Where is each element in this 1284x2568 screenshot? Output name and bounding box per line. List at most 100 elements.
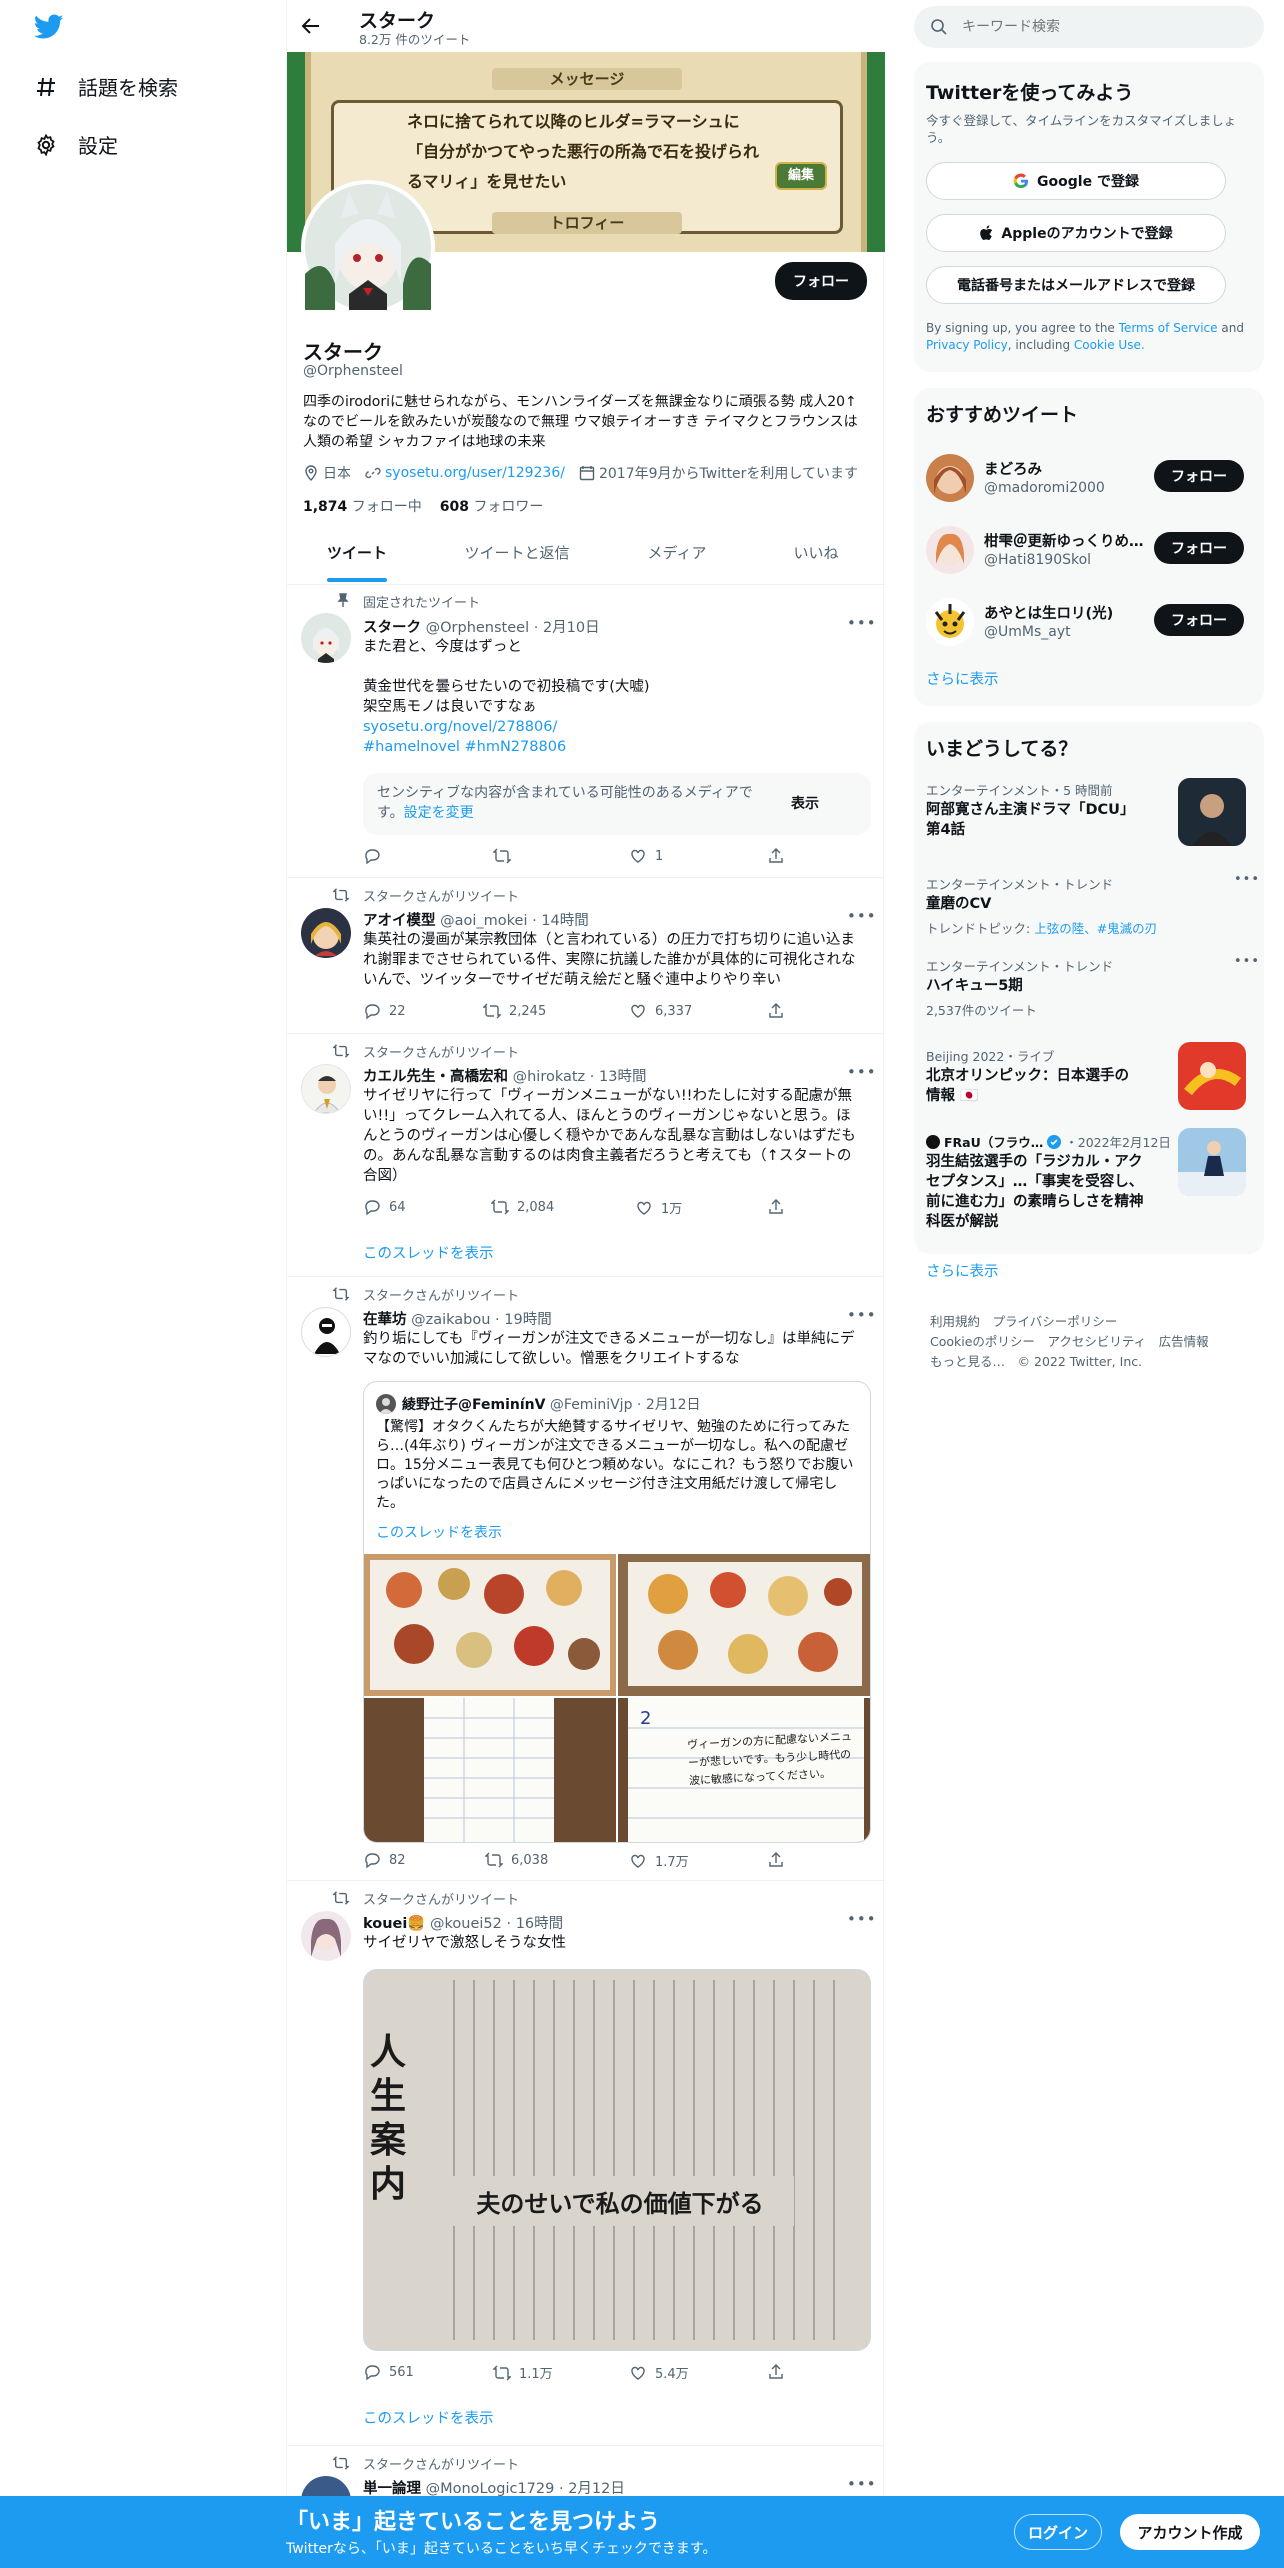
- more-icon[interactable]: •••: [847, 1910, 877, 1928]
- more-icon[interactable]: •••: [847, 1063, 877, 1081]
- share-button[interactable]: [767, 1002, 785, 1020]
- more-icon[interactable]: •••: [847, 2475, 877, 2493]
- tweet-avatar[interactable]: [301, 1307, 351, 1357]
- tweet-hashtags[interactable]: #hamelnovel #hmN278806: [363, 737, 859, 757]
- tweet-avatar[interactable]: [301, 2476, 351, 2496]
- terms-link[interactable]: Terms of Service: [1119, 321, 1218, 335]
- footer-link[interactable]: 利用規約: [930, 1314, 980, 1329]
- tweet-retweet-3[interactable]: スタークさんがリツイート 在華坊 @zaikabou · 19時間 ••• 釣り…: [287, 1277, 885, 1880]
- quoted-tweet[interactable]: 綾野辻子@FeminínV @FeminiVjp · 2月12日 【驚愕】オタク…: [363, 1381, 871, 1843]
- following-link[interactable]: 1,874 フォロー中: [303, 496, 422, 516]
- apple-signup-button[interactable]: Appleのアカウントで登録: [926, 214, 1226, 252]
- tweet-photo-newspaper[interactable]: 夫のせいで私の価値下がる 人生案内: [363, 1969, 871, 2351]
- profile-avatar[interactable]: [301, 180, 435, 314]
- quoted-photo-menu-2[interactable]: [618, 1554, 870, 1696]
- recommended-user[interactable]: あやとは生ロリ(光) @UmMs_ayt フォロー: [914, 590, 1264, 654]
- tweet-retweet-5[interactable]: スタークさんがリツイート 単一論理 @MonoLogic1729 · 2月12日…: [287, 2446, 885, 2496]
- footer-more-link[interactable]: もっと見る…: [930, 1354, 1005, 1369]
- quoted-photo-slip-2[interactable]: 2 ヴィーガンの方に配慮ないメニューが悲しいです。もう少し時代の波に敏感になって…: [618, 1698, 870, 1842]
- quoted-photo-menu-1[interactable]: [364, 1554, 616, 1696]
- tweet-time[interactable]: 14時間: [541, 913, 588, 929]
- tweet-author-name[interactable]: アオイ模型: [363, 913, 436, 929]
- reply-button[interactable]: [363, 847, 389, 865]
- tweet-time[interactable]: 19時間: [504, 1312, 551, 1328]
- share-button[interactable]: [767, 1198, 785, 1216]
- footer-link[interactable]: アクセシビリティ: [1047, 1334, 1146, 1349]
- retweet-button[interactable]: 1.1万: [493, 2363, 553, 2382]
- trends-show-more[interactable]: さらに表示: [926, 1260, 999, 1281]
- reply-button[interactable]: 82: [363, 1851, 406, 1869]
- tweet-time[interactable]: 16時間: [516, 1916, 563, 1932]
- follow-button[interactable]: フォロー: [1154, 460, 1244, 492]
- trend-more-icon[interactable]: •••: [1234, 872, 1260, 887]
- follow-button[interactable]: フォロー: [1154, 604, 1244, 636]
- more-icon[interactable]: •••: [847, 907, 877, 925]
- nav-item-settings[interactable]: 設定: [34, 130, 118, 159]
- search-input[interactable]: [962, 12, 1252, 42]
- tweet-author-name[interactable]: 在華坊: [363, 1312, 407, 1328]
- tweet-avatar[interactable]: [301, 1911, 351, 1961]
- recommended-show-more[interactable]: さらに表示: [926, 668, 999, 689]
- quoted-photo-slip-1[interactable]: [364, 1698, 616, 1842]
- footer-link[interactable]: Cookieのポリシー: [930, 1334, 1035, 1349]
- google-signup-button[interactable]: Google で登録: [926, 162, 1226, 200]
- reply-button[interactable]: 64: [363, 1198, 406, 1216]
- tab-media[interactable]: メディア: [607, 542, 747, 563]
- tab-tweets[interactable]: ツイート: [287, 542, 427, 563]
- nav-item-explore[interactable]: 話題を検索: [34, 72, 178, 101]
- back-arrow-icon[interactable]: [301, 16, 321, 36]
- more-icon[interactable]: •••: [847, 614, 877, 632]
- recommended-user[interactable]: まどろみ @madoromi2000 フォロー: [914, 446, 1264, 510]
- tweet-author-name[interactable]: kouei🍔: [363, 1916, 425, 1932]
- tweet-retweet-1[interactable]: スタークさんがリツイート アオイ模型 @aoi_mokei · 14時間 •••…: [287, 878, 885, 1033]
- tweet-pinned[interactable]: 固定されたツイート スターク @Orphensteel · 2月10日 ••• …: [287, 585, 885, 877]
- follow-button[interactable]: フォロー: [1154, 532, 1244, 564]
- tweet-avatar[interactable]: [301, 613, 351, 663]
- footer-link[interactable]: プライバシーポリシー: [993, 1314, 1118, 1329]
- retweet-button[interactable]: 2,245: [483, 1002, 546, 1020]
- login-button[interactable]: ログイン: [1014, 2514, 1102, 2550]
- tweet-link[interactable]: syosetu.org/novel/278806/: [363, 717, 859, 737]
- tweet-retweet-2[interactable]: スタークさんがリツイート カエル先生・高橋宏和 @hirokatz · 13時間…: [287, 1034, 885, 1276]
- like-button[interactable]: 1.7万: [629, 1851, 689, 1870]
- reply-button[interactable]: 561: [363, 2363, 414, 2381]
- more-icon[interactable]: •••: [847, 1306, 877, 1324]
- retweet-button[interactable]: 6,038: [485, 1851, 548, 1869]
- like-button[interactable]: 1万: [635, 1198, 682, 1217]
- trend-more-icon[interactable]: •••: [1234, 954, 1260, 969]
- tweet-author-name[interactable]: スターク: [363, 620, 421, 636]
- show-thread-link[interactable]: このスレッドを表示: [363, 2407, 494, 2428]
- followers-link[interactable]: 608 フォロワー: [440, 496, 544, 516]
- twitter-logo-icon[interactable]: [34, 14, 64, 40]
- quoted-show-thread-link[interactable]: このスレッドを表示: [376, 1522, 502, 1542]
- tweet-author-name[interactable]: カエル先生・高橋宏和: [363, 1069, 508, 1085]
- retweet-button[interactable]: [493, 847, 519, 865]
- like-button[interactable]: 5.4万: [629, 2363, 689, 2382]
- tweet-retweet-4[interactable]: スタークさんがリツイート kouei🍔 @kouei52 · 16時間 ••• …: [287, 1881, 885, 2445]
- like-button[interactable]: 1: [629, 847, 663, 865]
- share-button[interactable]: [767, 847, 785, 865]
- tweet-time[interactable]: 2月12日: [568, 2481, 625, 2496]
- trend-item[interactable]: Beijing 2022・ライブ 北京オリンピック：日本選手の情報 🇯🇵: [914, 1042, 1264, 1122]
- privacy-link[interactable]: Privacy Policy: [926, 338, 1008, 352]
- follow-button[interactable]: フォロー: [775, 262, 867, 300]
- trend-topic-link[interactable]: 上弦の陸、#鬼滅の刃: [1034, 921, 1157, 936]
- trend-item[interactable]: FRaU（フラウ… ・2022年2月12日 羽生結弦選手の「ラジカル・アクセプタ…: [914, 1128, 1264, 1232]
- change-settings-link[interactable]: 設定を変更: [404, 805, 474, 821]
- tweet-avatar[interactable]: [301, 1064, 351, 1114]
- search-box[interactable]: [914, 6, 1264, 48]
- tab-likes[interactable]: いいね: [747, 542, 885, 563]
- create-account-button[interactable]: アカウント作成: [1120, 2514, 1260, 2550]
- trend-item[interactable]: エンターテインメント・トレンド ••• 童磨のCV トレンドトピック: 上弦の陸…: [914, 870, 1264, 950]
- trend-item[interactable]: エンターテインメント・5 時間前 阿部寛さん主演ドラマ「DCU」第4話: [914, 776, 1264, 856]
- tweet-time[interactable]: 13時間: [599, 1069, 646, 1085]
- like-button[interactable]: 6,337: [629, 1002, 692, 1020]
- reply-button[interactable]: 22: [363, 1002, 406, 1020]
- show-thread-link[interactable]: このスレッドを表示: [363, 1242, 494, 1263]
- show-media-button[interactable]: 表示: [791, 793, 819, 813]
- share-button[interactable]: [767, 1851, 785, 1869]
- tweet-author-name[interactable]: 単一論理: [363, 2481, 421, 2496]
- recommended-user[interactable]: 柑雫＠更新ゆっくりめ… @Hati8190Skol フォロー: [914, 518, 1264, 582]
- tab-tweets-and-replies[interactable]: ツイートと返信: [427, 542, 607, 563]
- share-button[interactable]: [767, 2363, 785, 2381]
